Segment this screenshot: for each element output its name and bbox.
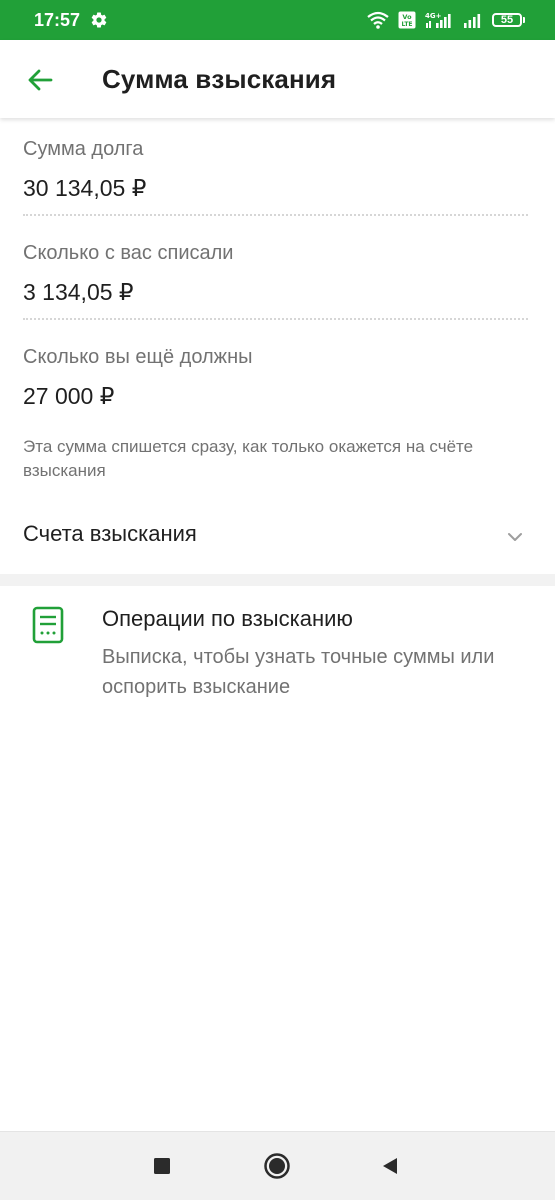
debt-amount-field: Сумма долга 30 134,05 ₽ xyxy=(23,138,528,202)
field-label: Сумма долга xyxy=(23,138,144,160)
operations-title: Операции по взысканию xyxy=(102,606,353,631)
accounts-label: Счета взыскания xyxy=(23,521,197,546)
operations-subtitle: Выписка, чтобы узнать точные суммы или о… xyxy=(102,646,495,698)
info-note: Эта сумма спишется сразу, как только ока… xyxy=(23,437,474,480)
document-list-icon xyxy=(32,606,64,644)
svg-text:LTE: LTE xyxy=(401,21,412,28)
status-bar: 17:57 Vo LTE 4G+ 55 xyxy=(0,0,555,40)
field-label: Сколько с вас списали xyxy=(23,242,234,264)
divider xyxy=(23,214,528,216)
field-value: 3 134,05 ₽ xyxy=(23,279,134,305)
system-nav-bar xyxy=(0,1131,555,1200)
remaining-amount-field: Сколько вы ещё должны 27 000 ₽ xyxy=(23,346,528,410)
field-value: 27 000 ₽ xyxy=(23,383,115,409)
status-time: 17:57 xyxy=(34,9,81,30)
signal-4g-icon: 4G+ xyxy=(424,11,454,29)
chevron-down-icon xyxy=(508,533,522,541)
signal-icon xyxy=(462,11,484,29)
page-title: Сумма взыскания xyxy=(102,64,337,94)
gear-icon xyxy=(90,11,108,29)
battery-icon: 55 xyxy=(492,13,525,27)
circle-icon xyxy=(264,1153,290,1179)
svg-text:Vo: Vo xyxy=(402,13,412,21)
section-separator xyxy=(0,574,555,586)
system-back-button[interactable] xyxy=(376,1152,404,1180)
divider xyxy=(23,318,528,320)
wifi-icon xyxy=(366,11,390,29)
triangle-back-icon xyxy=(383,1158,397,1174)
accounts-expander[interactable]: Счета взыскания xyxy=(0,505,555,567)
back-button[interactable] xyxy=(22,62,58,98)
svg-text:4G+: 4G+ xyxy=(425,12,442,20)
square-icon xyxy=(154,1158,170,1174)
operations-item[interactable]: Операции по взысканию Выписка, чтобы узн… xyxy=(0,586,555,716)
home-button[interactable] xyxy=(263,1152,291,1180)
status-right: Vo LTE 4G+ 55 xyxy=(366,11,525,29)
arrow-back-icon xyxy=(28,69,53,91)
volte-icon: Vo LTE xyxy=(398,11,416,29)
field-value: 30 134,05 ₽ xyxy=(23,175,147,201)
charged-amount-field: Сколько с вас списали 3 134,05 ₽ xyxy=(23,242,528,306)
battery-level: 55 xyxy=(492,13,522,27)
recents-button[interactable] xyxy=(148,1152,176,1180)
status-left: 17:57 xyxy=(34,10,108,31)
app-bar: Сумма взыскания xyxy=(0,40,555,118)
field-label: Сколько вы ещё должны xyxy=(23,346,253,368)
